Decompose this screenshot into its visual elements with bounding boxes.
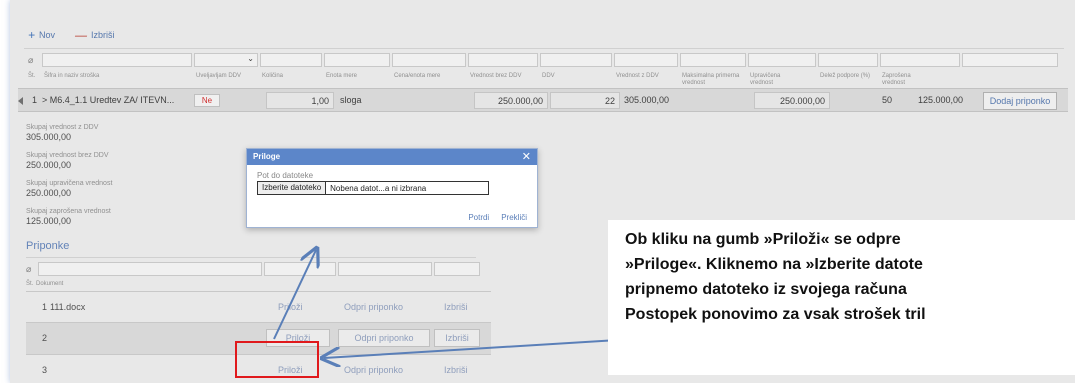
col-share: Delež podpore (%)	[820, 73, 871, 79]
open-attachment-button[interactable]: Odpri priponko	[344, 302, 403, 312]
instruction-callout: Ob kliku na gumb »Priloži« se odpre »Pri…	[608, 220, 1075, 375]
filter-requested[interactable]	[880, 53, 960, 67]
summary-value: 125.000,00	[26, 216, 72, 226]
open-attachment-button[interactable]: Odpri priponko	[344, 365, 403, 375]
filter-share[interactable]	[818, 53, 878, 67]
row-name[interactable]: > M6.4_1.1 Uredtev ZA/ ITEVN...	[42, 95, 174, 105]
filter-unit[interactable]	[324, 53, 390, 67]
col-document: Dokument	[36, 281, 64, 287]
summary-value: 305.000,00	[26, 132, 72, 142]
requested-value: 125.000,00	[918, 95, 964, 105]
attach-button[interactable]: Priloži	[278, 302, 303, 312]
attachments-header: ⌀ Št. Dokument	[26, 257, 480, 291]
close-icon[interactable]: ✕	[522, 150, 531, 163]
file-input[interactable]: Izberite datoteko Nobena datot...a ni iz…	[257, 181, 489, 195]
cancel-button[interactable]: Prekliči	[501, 213, 527, 222]
summary-requested: Skupaj zaprošena vrednost 125.000,00	[26, 208, 111, 226]
toolbar: + Nov — Izbriši	[28, 28, 115, 42]
chevron-down-icon: ⌄	[247, 54, 254, 63]
callout-line-4: Postopek ponovimo za vsak strošek tril	[625, 306, 926, 323]
ddv-value[interactable]: Ne	[194, 94, 220, 107]
col-eligible: Upravičena vrednost	[750, 73, 781, 86]
row-number: 1	[32, 95, 38, 105]
delete-attachment-button[interactable]: Izbriši	[444, 302, 468, 312]
row-marker-icon	[18, 97, 23, 105]
attachment-number: 2	[42, 333, 48, 343]
attachment-number: 1	[42, 302, 48, 312]
open-attachment-button[interactable]: Odpri priponko	[338, 329, 430, 347]
col-attach-number: Št.	[26, 281, 34, 287]
filter-value-vat[interactable]	[614, 53, 678, 67]
summary-label: Skupaj zaprošena vrednost	[26, 208, 111, 215]
summary-total-vat: Skupaj vrednost z DDV 305.000,00	[26, 124, 98, 142]
confirm-button[interactable]: Potrdi	[468, 213, 489, 222]
screenshot-frame: + Nov — Izbriši ⌀ ⌄ Št. Šifra in naziv str…	[0, 0, 1075, 383]
filter-open[interactable]	[338, 262, 432, 276]
filter-max[interactable]	[680, 53, 746, 67]
filter-name[interactable]	[42, 53, 192, 67]
col-name: Šifra in naziv stroška	[44, 73, 100, 79]
choose-file-button[interactable]: Izberite datoteko	[258, 182, 327, 194]
value-no-vat-field[interactable]: 250.000,00	[474, 92, 548, 109]
summary-label: Skupaj vrednost z DDV	[26, 124, 99, 131]
share-value: 50	[882, 95, 893, 105]
file-status: Nobena datot...a ni izbrana	[330, 183, 427, 193]
filter-price[interactable]	[392, 53, 466, 67]
col-qty: Količina	[262, 73, 284, 79]
filter-action[interactable]	[962, 53, 1058, 67]
highlight-box	[235, 341, 319, 378]
vat-field[interactable]: 22	[550, 92, 620, 109]
col-requested: Zaprošena vrednost	[882, 73, 911, 86]
filter-ddv[interactable]: ⌄	[194, 53, 258, 67]
col-max: Maksimalna primerna vrednost	[682, 73, 740, 86]
delete-attachment-button[interactable]: Izbriši	[444, 365, 468, 375]
add-attachment-button[interactable]: Dodaj priponko	[983, 92, 1057, 110]
col-number: Št.	[28, 73, 36, 79]
eligible-field[interactable]: 250.000,00	[754, 92, 830, 109]
costs-grid-header: ⌀ ⌄ Št. Šifra in naziv stroška Uveljavlj…	[24, 48, 1064, 88]
dialog-buttons: Potrdi Prekliči	[468, 213, 527, 222]
delete-attachment-button[interactable]: Izbriši	[434, 329, 480, 347]
dialog-title-bar: Priloge ✕	[247, 149, 537, 165]
filter-value[interactable]	[468, 53, 538, 67]
qty-field[interactable]: 1,00	[266, 92, 334, 109]
col-unit: Enota mere	[326, 73, 358, 79]
filter-eligible[interactable]	[748, 53, 816, 67]
filter-qty[interactable]	[260, 53, 322, 67]
dialog-title: Priloge	[253, 152, 281, 161]
col-value: Vrednost brez DDV	[470, 73, 522, 79]
delete-button[interactable]: — Izbriši	[75, 28, 115, 42]
attachments-title: Priponke	[26, 240, 70, 252]
filter-vat[interactable]	[540, 53, 612, 67]
summary-value: 250.000,00	[26, 160, 72, 170]
paperclip-icon: ⌀	[26, 264, 32, 274]
callout-line-1: Ob kliku na gumb »Priloži« se odpre	[625, 231, 901, 248]
summary-value: 250.000,00	[26, 188, 72, 198]
col-ddv: Uveljavljam DDV	[196, 73, 242, 79]
new-button[interactable]: + Nov	[28, 28, 55, 42]
filter-attach[interactable]	[264, 262, 336, 276]
col-price: Cena/enota mere	[394, 73, 441, 79]
col-value-vat: Vrednost z DDV	[616, 73, 659, 79]
callout-line-2: »Priloge«. Kliknemo na »Izberite datote	[625, 256, 923, 273]
summary-label: Skupaj upravičena vrednost	[26, 180, 113, 187]
value-vat: 305.000,00	[624, 95, 670, 105]
attachment-row: 1 111.docx Priloži Odpri priponko Izbriš…	[26, 291, 491, 321]
filter-delete[interactable]	[434, 262, 480, 276]
summary-eligible: Skupaj upravičena vrednost 250.000,00	[26, 180, 112, 198]
summary-label: Skupaj vrednost brez DDV	[26, 152, 109, 159]
minus-icon: —	[75, 28, 88, 42]
summary-total-no-vat: Skupaj vrednost brez DDV 250.000,00	[26, 152, 108, 170]
col-vat: DDV	[542, 73, 555, 79]
attachment-number: 3	[42, 365, 48, 375]
paperclip-icon: ⌀	[28, 55, 34, 65]
path-label: Pot do datoteke	[257, 171, 314, 180]
plus-icon: +	[28, 28, 36, 42]
callout-line-3: pripnemo datoteko iz svojega računa	[625, 281, 907, 298]
attachments-dialog: Priloge ✕ Pot do datoteke Izberite datot…	[246, 148, 538, 228]
attachment-document: 111.docx	[50, 302, 86, 312]
filter-document[interactable]	[38, 262, 262, 276]
table-row[interactable]: 1 > M6.4_1.1 Uredtev ZA/ ITEVN... Ne 1,0…	[18, 88, 1068, 112]
unit-value: sloga	[340, 95, 362, 105]
